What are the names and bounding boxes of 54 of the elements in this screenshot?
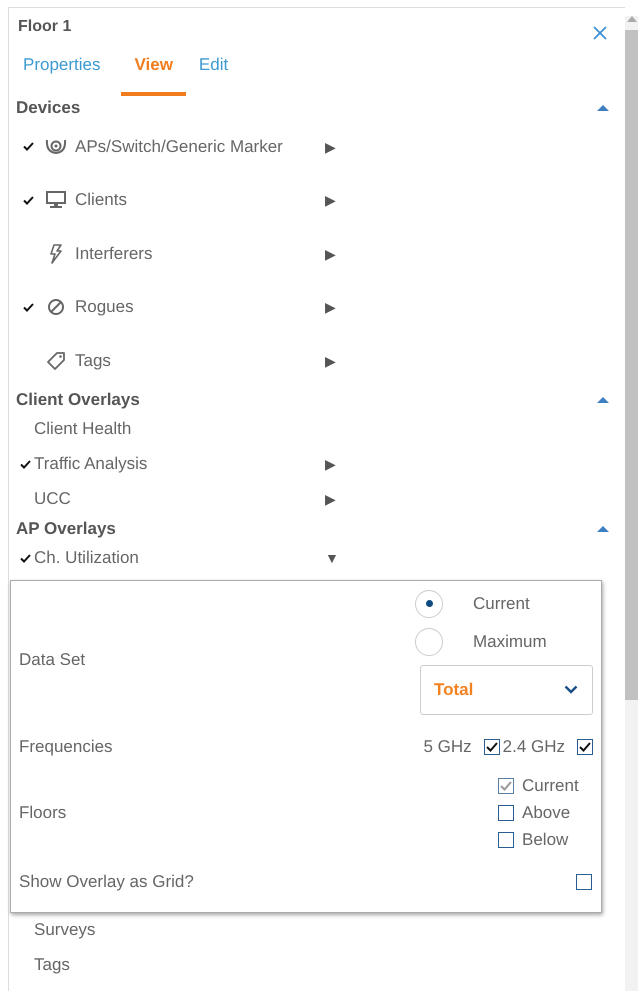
checkbox[interactable]	[498, 832, 514, 848]
checkbox[interactable]	[577, 738, 593, 754]
menu-item[interactable]: Interferers	[75, 244, 152, 264]
menu-item[interactable]: Rogues	[75, 297, 134, 318]
menu-item[interactable]: Traffic Analysis	[34, 454, 148, 474]
setting-label: Floors	[19, 803, 66, 823]
checkbox[interactable]	[498, 805, 514, 821]
menu-item[interactable]: Client Health	[34, 419, 132, 439]
submenu-arrow[interactable]: ▶	[325, 299, 336, 316]
checkbox[interactable]	[484, 738, 500, 754]
menu-item[interactable]: Tags	[34, 955, 70, 975]
checkbox-label: Current	[522, 776, 579, 796]
menu-item[interactable]: Clients	[75, 190, 127, 210]
menu-item[interactable]: Surveys	[34, 920, 96, 940]
access-point-icon	[45, 138, 67, 156]
collapse-caret-icon[interactable]	[597, 524, 609, 532]
submenu-arrow[interactable]: ▶	[325, 352, 336, 369]
submenu-arrow[interactable]: ▶	[325, 246, 336, 262]
setting-label: Frequencies	[19, 736, 113, 756]
checkbox-label: 2.4 GHz	[502, 736, 565, 756]
monitor-icon	[46, 191, 66, 210]
radio-label: Current	[473, 594, 530, 614]
menu-item[interactable]: Ch. Utilization	[34, 548, 139, 568]
section-title: AP Overlays	[16, 518, 116, 538]
submenu-arrow[interactable]: ▶	[325, 138, 336, 155]
tab[interactable]: Properties	[14, 48, 110, 96]
submenu-arrow[interactable]: ▶	[325, 456, 336, 472]
chevron-down-icon	[564, 685, 578, 694]
submenu-arrow[interactable]: ▶	[325, 192, 336, 208]
section-title: Devices	[16, 98, 80, 118]
radio-button[interactable]	[415, 628, 443, 656]
collapse-caret-icon[interactable]	[597, 104, 609, 112]
menu-item[interactable]: APs/Switch/Generic Marker	[75, 136, 283, 157]
checkbox[interactable]	[576, 874, 592, 890]
setting-label: Data Set	[19, 650, 86, 670]
panel-title: Floor 1	[18, 18, 72, 36]
radio-button[interactable]	[415, 590, 443, 618]
scrollbar[interactable]	[625, 16, 638, 991]
submenu-arrow[interactable]: ▼	[325, 550, 339, 566]
close-icon[interactable]	[593, 26, 607, 40]
checkbox-label: 5 GHz	[423, 736, 472, 756]
radio-label: Maximum	[473, 632, 547, 652]
menu-item[interactable]: Tags	[75, 350, 111, 371]
prohibited-icon	[47, 298, 65, 316]
tab[interactable]: Edit	[190, 48, 238, 96]
checkbox-label: Below	[522, 830, 568, 850]
submenu-arrow[interactable]: ▶	[325, 491, 336, 507]
lightning-bolt-icon	[49, 244, 63, 264]
tag-icon	[47, 352, 65, 370]
checkbox-label: Above	[522, 803, 570, 823]
collapse-caret-icon[interactable]	[597, 396, 609, 404]
section-title: Client Overlays	[16, 390, 140, 410]
menu-item[interactable]: UCC	[34, 489, 71, 509]
setting-label: Show Overlay as Grid?	[19, 872, 194, 892]
